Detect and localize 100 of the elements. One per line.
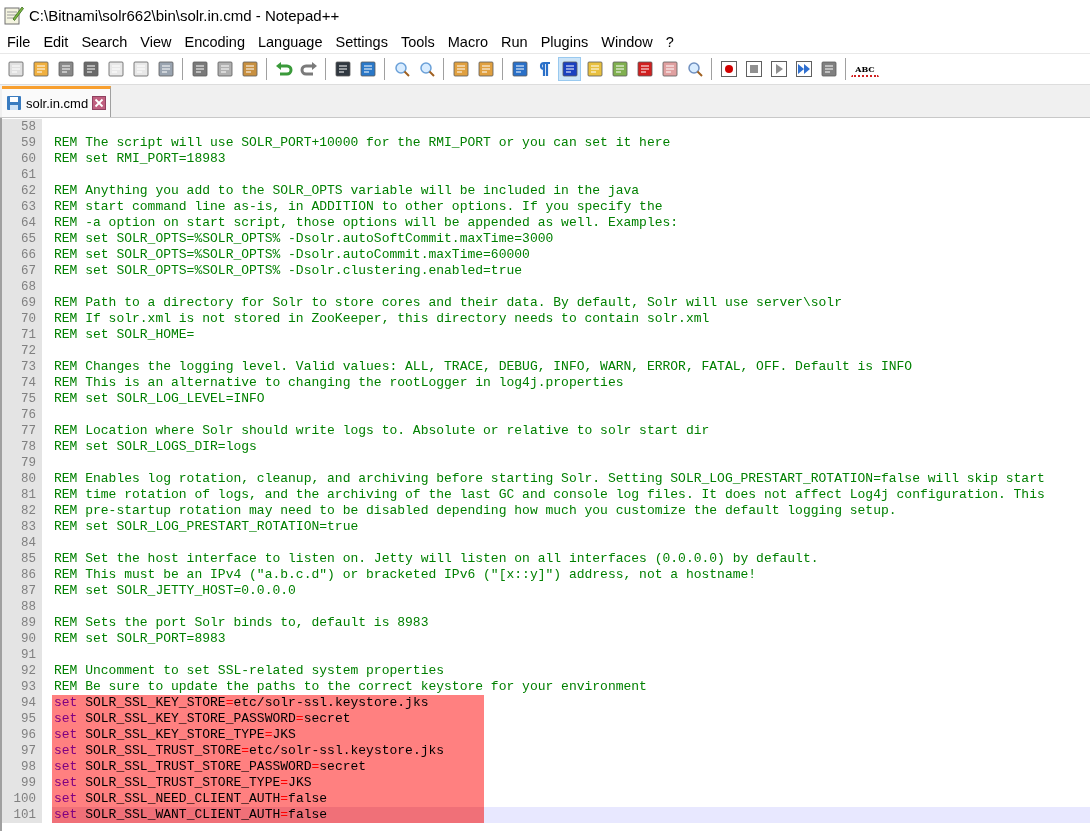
code-variable: SOLR_SSL_TRUST_STORE (85, 743, 242, 758)
line-number: 81 (2, 487, 42, 503)
menu-item[interactable]: Plugins (536, 33, 596, 50)
code-keyword: set (54, 791, 78, 806)
line-number: 87 (2, 583, 42, 599)
line-number: 68 (2, 279, 42, 295)
code-comment: REM set SOLR_LOG_PRESTART_ROTATION=true (54, 519, 359, 534)
line-number: 77 (2, 423, 42, 439)
line-number: 101 (2, 807, 42, 823)
notepad-icon (4, 5, 24, 25)
line-number: 73 (2, 359, 42, 375)
code-keyword: set (54, 727, 78, 742)
line-number: 70 (2, 311, 42, 327)
line-number: 88 (2, 599, 42, 615)
code-keyword: set (54, 807, 78, 822)
line-number: 89 (2, 615, 42, 631)
menu-item[interactable]: Language (253, 33, 330, 50)
code-comment: REM time rotation of logs, and the archiving of the last GC and console log files. It does not affect Log4j configuration. This (54, 487, 1045, 502)
code-operator: = (264, 727, 273, 742)
line-number: 65 (2, 231, 42, 247)
code-value: false (288, 791, 328, 806)
code-comment: REM Sets the port Solr binds to, default is 8983 (54, 615, 429, 630)
menu-item[interactable]: Macro (443, 33, 496, 50)
line-number: 86 (2, 567, 42, 583)
code-operator: = (295, 711, 304, 726)
code-comment: REM Anything you add to the SOLR_OPTS variable will be included in the java (54, 183, 640, 198)
line-number: 76 (2, 407, 42, 423)
code-variable: SOLR_SSL_TRUST_STORE_PASSWORD (85, 759, 312, 774)
code-value: JKS (288, 775, 312, 790)
code-operator: = (311, 759, 320, 774)
window-title: C:\Bitnami\solr662\bin\solr.in.cmd - Notepad++ (29, 6, 340, 24)
menu-item[interactable]: Encoding (180, 33, 252, 50)
code-comment: REM Changes the logging level. Valid values: ALL, TRACE, DEBUG, INFO, WARN, ERROR, FATAL, OFF. Default is INFO (54, 359, 913, 374)
line-number: 91 (2, 647, 42, 663)
line-number: 63 (2, 199, 42, 215)
code-operator: = (280, 807, 289, 822)
menu-item[interactable]: Search (77, 33, 135, 50)
code-operator: = (225, 695, 234, 710)
code-comment: REM start command line as-is, in ADDITION to other options. If you specify the (54, 199, 663, 214)
code-comment: REM set SOLR_LOG_LEVEL=INFO (54, 391, 265, 406)
code-comment: REM set SOLR_JETTY_HOST=0.0.0.0 (54, 583, 296, 598)
line-number: 79 (2, 455, 42, 471)
line-number: 97 (2, 743, 42, 759)
code-variable: SOLR_SSL_NEED_CLIENT_AUTH (85, 791, 281, 806)
code-variable: SOLR_SSL_KEY_STORE_PASSWORD (85, 711, 296, 726)
code-variable: SOLR_SSL_KEY_STORE_TYPE (85, 727, 265, 742)
menu-item[interactable]: Run (497, 33, 535, 50)
code-variable: SOLR_SSL_WANT_CLIENT_AUTH (85, 807, 281, 822)
line-number: 67 (2, 263, 42, 279)
line-number: 84 (2, 535, 42, 551)
line-number: 69 (2, 295, 42, 311)
line-number: 82 (2, 503, 42, 519)
code-keyword: set (54, 743, 78, 758)
code-comment: REM pre-startup rotation may need to be disabled depending how much you customize the default logging setup. (54, 503, 897, 518)
menu-item[interactable]: Tools (396, 33, 442, 50)
code-variable: SOLR_SSL_TRUST_STORE_TYPE (85, 775, 281, 790)
line-number: 96 (2, 727, 42, 743)
code-comment: REM If solr.xml is not stored in ZooKeeper, this directory needs to contain solr.xml (54, 311, 710, 326)
line-number: 59 (2, 135, 42, 151)
file-tab[interactable]: solr.in.cmd (2, 86, 112, 117)
menu-item[interactable]: Edit (39, 33, 76, 50)
menu-item[interactable]: ? (661, 33, 681, 50)
code-comment: REM set SOLR_HOME= (54, 327, 195, 342)
code-variable: SOLR_SSL_KEY_STORE (85, 695, 226, 710)
code-comment: REM -a option on start script, those options will be appended as well. Examples: (54, 215, 679, 230)
line-number: 75 (2, 391, 42, 407)
code-comment: REM set SOLR_OPTS=%SOLR_OPTS% -Dsolr.autoCommit.maxTime=60000 (54, 247, 530, 262)
line-number: 74 (2, 375, 42, 391)
spell-check-button[interactable]: ABC (851, 61, 879, 77)
line-number: 99 (2, 775, 42, 791)
line-number: 66 (2, 247, 42, 263)
code-comment: REM This is an alternative to changing the rootLogger in log4j.properties (54, 375, 624, 390)
code-comment: REM Enables log rotation, cleanup, and archiving before starting Solr. Setting SOLR_LOG_PRESTART_ROTATION=false will skip start (54, 471, 1045, 486)
code-operator: = (241, 743, 250, 758)
menu-item[interactable]: Window (597, 33, 660, 50)
line-number: 94 (2, 695, 42, 711)
code-keyword: set (54, 759, 78, 774)
code-keyword: set (54, 695, 78, 710)
code-comment: REM set SOLR_LOGS_DIR=logs (54, 439, 257, 454)
line-number: 61 (2, 167, 42, 183)
code-comment: REM This must be an IPv4 ("a.b.c.d") or bracketed IPv6 ("[x::y]") address, not a hostname! (54, 567, 757, 582)
code-comment: REM Be sure to update the paths to the correct keystore for your environment (54, 679, 647, 694)
menu-item[interactable]: Settings (331, 33, 395, 50)
code-value: etc/solr-ssl.keystore.jks (249, 743, 445, 758)
code-comment: REM set RMI_PORT=18983 (54, 151, 226, 166)
line-number: 93 (2, 679, 42, 695)
menu-item[interactable]: View (136, 33, 179, 50)
close-icon[interactable] (92, 96, 107, 110)
code-comment: REM set SOLR_PORT=8983 (54, 631, 226, 646)
code-comment: REM Set the host interface to listen on. Jetty will listen on all interfaces (0.0.0.0) by default. (54, 551, 819, 566)
code-comment: REM Path to a directory for Solr to store cores and their data. By default, Solr will use server\solr (54, 295, 842, 310)
code-keyword: set (54, 711, 78, 726)
menu-item[interactable]: File (3, 33, 38, 50)
code-comment: REM Location where Solr should write logs to. Absolute or relative to solr start dir (54, 423, 710, 438)
code-value: JKS (272, 727, 296, 742)
code-operator: = (280, 791, 289, 806)
line-number: 78 (2, 439, 42, 455)
code-value: secret (303, 711, 351, 726)
line-number: 95 (2, 711, 42, 727)
line-number: 83 (2, 519, 42, 535)
